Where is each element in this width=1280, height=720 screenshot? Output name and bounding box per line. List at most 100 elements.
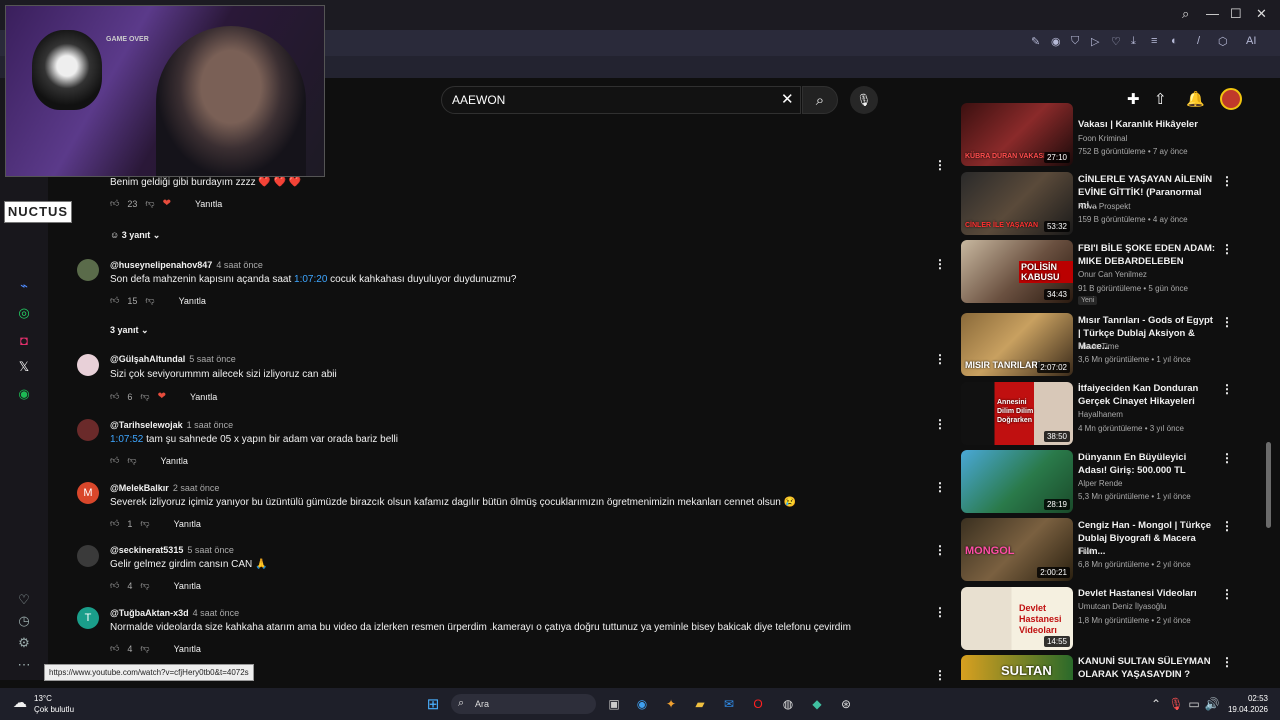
account-avatar[interactable] [1220, 88, 1242, 110]
edit-icon[interactable]: ✎ [1031, 35, 1040, 48]
mail-icon[interactable]: ✉ [721, 696, 737, 712]
timestamp-link[interactable]: 1:07:52 [110, 434, 143, 445]
comment-menu-icon[interactable]: ⋮ [934, 480, 946, 494]
create-icon[interactable]: ✚ [1127, 90, 1140, 108]
video-title[interactable]: Devlet Hastanesi Videoları [1078, 587, 1216, 600]
scrollbar-track[interactable] [1266, 80, 1272, 680]
close-icon[interactable]: ✕ [1256, 6, 1267, 22]
whatsapp-icon[interactable]: ◎ [14, 303, 34, 323]
settings-icon[interactable]: ⚙ [14, 633, 34, 653]
video-menu-icon[interactable]: ⋮ [1221, 519, 1233, 533]
reply-button[interactable]: Yanıtla [174, 519, 201, 529]
clear-search-icon[interactable]: ✕ [781, 90, 794, 108]
taskbar-search[interactable] [451, 694, 596, 714]
video-thumbnail[interactable]: Devlet Hastanesi Videoları 14:55 [961, 587, 1073, 650]
comment-time[interactable]: 5 saat önce [187, 545, 234, 555]
video-thumbnail[interactable]: Annesini Dilim Dilim Doğrarken 38:50 [961, 382, 1073, 445]
minimize-icon[interactable]: — [1206, 6, 1219, 21]
video-channel[interactable]: Hayalhanem [1078, 410, 1123, 419]
cube-icon[interactable]: ⬡ [1218, 35, 1228, 48]
comment-menu-icon[interactable]: ⋮ [934, 668, 946, 682]
like-icon[interactable]: 👍︎ [110, 455, 119, 466]
avatar[interactable] [77, 419, 99, 441]
pen-icon[interactable]: / [1197, 35, 1200, 47]
comment-author[interactable]: @TuğbaAktan-x3d [110, 608, 189, 618]
comment-time[interactable]: 5 saat önce [189, 354, 236, 364]
camera-icon[interactable]: ◉ [1051, 35, 1061, 48]
video-channel[interactable]: Umutcan Deniz İlyasoğlu [1078, 602, 1166, 611]
like-icon[interactable]: 👍︎ [110, 198, 119, 209]
video-menu-icon[interactable]: ⋮ [1221, 315, 1233, 329]
clock-icon[interactable]: ◷ [14, 611, 34, 631]
reply-button[interactable]: Yanıtla [174, 581, 201, 591]
dislike-icon[interactable]: 👎︎ [145, 295, 154, 306]
messenger-icon[interactable]: ⌁ [14, 276, 34, 296]
comment-author[interactable]: @MelekBalkır [110, 483, 169, 493]
video-title[interactable]: KANUNİ SULTAN SÜLEYMAN OLARAK YAŞASAYDIN… [1078, 655, 1216, 681]
comment-menu-icon[interactable]: ⋮ [934, 352, 946, 366]
comment-author[interactable]: @GülşahAltundal [110, 354, 185, 364]
comment-menu-icon[interactable]: ⋮ [934, 257, 946, 271]
start-icon[interactable]: ⊞ [425, 696, 441, 713]
download-icon[interactable]: ⤓ [1131, 35, 1136, 48]
like-icon[interactable]: 👍︎ [110, 391, 119, 402]
play-icon[interactable]: ▷ [1091, 35, 1099, 48]
video-menu-icon[interactable]: ⋮ [1221, 587, 1233, 601]
profile-icon[interactable]: ◐ [1171, 35, 1178, 47]
avatar[interactable] [77, 259, 99, 281]
comment-time[interactable]: 1 saat önce [187, 420, 234, 430]
video-channel[interactable]: Nova Prospekt [1078, 202, 1130, 211]
edge-icon[interactable]: ◉ [634, 696, 650, 712]
video-thumbnail[interactable]: KÜBRA DURAN VAKASI 27:10 [961, 103, 1073, 166]
copilot-icon[interactable]: ✦ [663, 696, 679, 712]
video-title[interactable]: Cengiz Han - Mongol | Türkçe Dublaj Biyo… [1078, 519, 1216, 558]
video-title[interactable]: İtfaiyeciden Kan Donduran Gerçek Cinayet… [1078, 382, 1216, 408]
replies-toggle[interactable]: 3 yanıt ⌄ [110, 325, 149, 336]
avatar[interactable]: T [77, 607, 99, 629]
reply-button[interactable]: Yanıtla [190, 392, 217, 402]
network-icon[interactable]: ▭ [1186, 696, 1202, 712]
heart-icon[interactable]: ♡ [1111, 35, 1121, 48]
folder-icon[interactable]: ▰ [692, 696, 708, 712]
comment-menu-icon[interactable]: ⋮ [934, 158, 946, 172]
replies-toggle[interactable]: ☺ 3 yanıt ⌄ [110, 230, 160, 241]
comment-time[interactable]: 4 saat önce [216, 260, 263, 270]
video-menu-icon[interactable]: ⋮ [1221, 655, 1233, 669]
heart-icon[interactable]: ♡ [14, 590, 34, 610]
ai-icon[interactable]: AI [1246, 35, 1256, 47]
app-icon[interactable]: ◍ [780, 696, 796, 712]
taskbar-date[interactable]: 19.04.2026 [1218, 705, 1268, 714]
comment-author[interactable]: @seckinerat5315 [110, 545, 183, 555]
video-thumbnail[interactable]: POLİSİN KABUSU 34:43 [961, 240, 1073, 303]
video-thumbnail[interactable]: 28:19 [961, 450, 1073, 513]
scrollbar-thumb[interactable] [1266, 442, 1271, 528]
video-channel[interactable]: Movie Time [1078, 342, 1119, 351]
shield-icon[interactable]: ⛉ [1071, 35, 1079, 48]
dislike-icon[interactable]: 👎︎ [127, 455, 136, 466]
video-channel[interactable]: Onur Can Yenilmez [1078, 270, 1147, 279]
avatar[interactable] [77, 354, 99, 376]
comment-menu-icon[interactable]: ⋮ [934, 543, 946, 557]
comment-time[interactable]: 4 saat önce [193, 608, 240, 618]
avatar[interactable] [77, 545, 99, 567]
video-thumbnail[interactable]: SULTAN [961, 655, 1073, 680]
spotify-icon[interactable]: ◉ [14, 384, 34, 404]
video-channel[interactable]: Tiwi [1078, 547, 1092, 556]
dislike-icon[interactable]: 👎︎ [140, 391, 149, 402]
comment-time[interactable]: 2 saat önce [173, 483, 220, 493]
like-icon[interactable]: 👍︎ [110, 580, 119, 591]
like-icon[interactable]: 👍︎ [110, 295, 119, 306]
voice-search-button[interactable]: 🎙 [850, 86, 878, 114]
avatar[interactable]: M [77, 482, 99, 504]
comment-menu-icon[interactable]: ⋮ [934, 417, 946, 431]
steam-icon[interactable]: ⊛ [838, 696, 854, 712]
video-menu-icon[interactable]: ⋮ [1221, 382, 1233, 396]
video-thumbnail[interactable]: MONGOL 2:00:21 [961, 518, 1073, 581]
video-title[interactable]: FBI'I BİLE ŞOKE EDEN ADAM: MIKE DEBARDEL… [1078, 242, 1216, 268]
comment-menu-icon[interactable]: ⋮ [934, 605, 946, 619]
comment-author[interactable]: @Tarihselewojak [110, 420, 183, 430]
mic-icon[interactable]: 🎙 [1168, 696, 1184, 712]
dislike-icon[interactable]: 👎︎ [145, 198, 154, 209]
more-icon[interactable]: ⋯ [14, 655, 34, 675]
reply-button[interactable]: Yanıtla [195, 199, 222, 209]
